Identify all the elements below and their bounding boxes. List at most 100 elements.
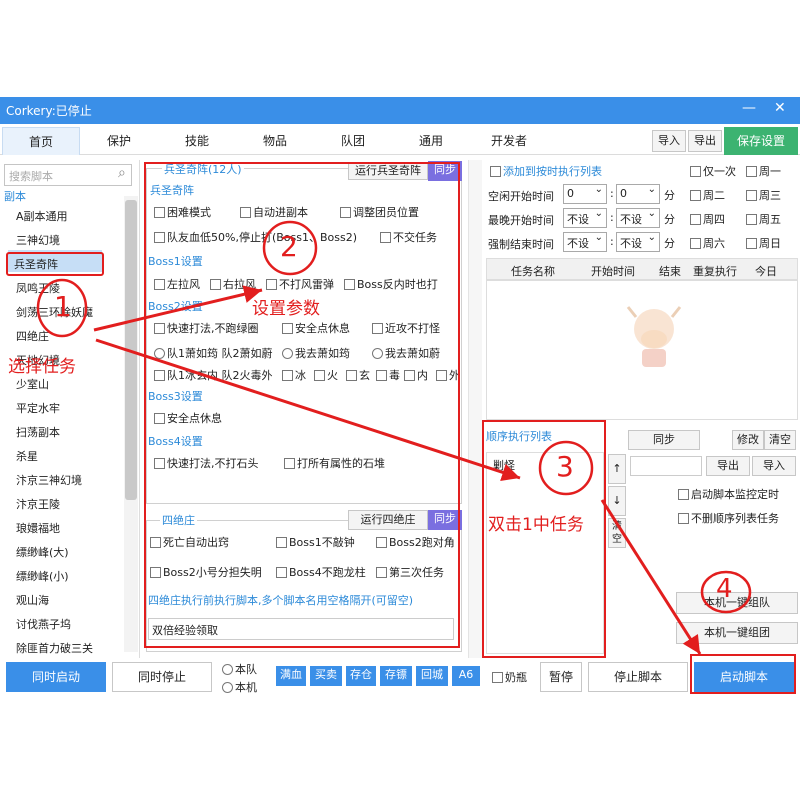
trade-button[interactable]: 买卖 — [310, 666, 342, 686]
sequence-import-button[interactable]: 导入 — [752, 456, 796, 476]
list-item[interactable]: 缥缈峰(大) — [16, 544, 69, 560]
radio-team[interactable]: 本队 — [222, 661, 257, 677]
tab-skills[interactable]: 技能 — [158, 127, 236, 155]
list-item[interactable]: 汴京三神幻境 — [16, 472, 82, 488]
list-item[interactable]: 除匪首力破三关 — [16, 640, 93, 656]
stop-script-button[interactable]: 停止脚本 — [588, 662, 688, 692]
latest-min-select[interactable]: 不设 — [616, 208, 660, 228]
once-checkbox[interactable]: 仅一次 — [690, 163, 736, 179]
move-down-button[interactable]: ↓ — [608, 486, 626, 516]
tab-items[interactable]: 物品 — [236, 127, 314, 155]
force-min-select[interactable]: 不设 — [616, 232, 660, 252]
script-list-panel: 搜索脚本 ⌕ 副本 A副本通用 三神幻境 兵圣奇阵 凤鸣王陵 剑荡三环除妖魔 四… — [0, 160, 140, 658]
list-item[interactable]: A副本通用 — [16, 208, 68, 224]
idle-hour-select[interactable]: 0 — [563, 184, 607, 204]
colon: : — [610, 235, 614, 248]
full-hp-button[interactable]: 满血 — [276, 666, 306, 686]
latest-hour-select[interactable]: 不设 — [563, 208, 607, 228]
tab-protect[interactable]: 保护 — [80, 127, 158, 155]
category-label: 副本 — [4, 190, 26, 203]
col-task-name: 任务名称 — [511, 265, 555, 278]
idle-start-label: 空闲开始时间 — [488, 190, 554, 203]
list-item[interactable]: 少室山 — [16, 376, 49, 392]
list-item[interactable]: 琅嬛福地 — [16, 520, 60, 536]
radio-machine[interactable]: 本机 — [222, 679, 257, 695]
list-item[interactable]: 观山海 — [16, 592, 49, 608]
middle-scrollbar[interactable] — [468, 160, 482, 658]
milk-checkbox[interactable]: 奶瓶 — [492, 669, 527, 685]
list-scrollbar-thumb[interactable] — [125, 200, 137, 500]
list-item[interactable]: 平定水牢 — [16, 400, 60, 416]
a6-button[interactable]: A6 — [452, 666, 480, 686]
sequence-name-input[interactable] — [630, 456, 702, 476]
search-input[interactable]: 搜索脚本 — [4, 164, 132, 186]
force-hour-select[interactable]: 不设 — [563, 232, 607, 252]
one-key-group-button[interactable]: 本机一键组团 — [676, 622, 798, 644]
latest-start-label: 最晚开始时间 — [488, 214, 554, 227]
annotation-number-3: 3 — [556, 450, 574, 483]
colon: : — [610, 187, 614, 200]
unit-min: 分 — [664, 189, 675, 202]
minimize-icon[interactable]: — — [742, 100, 756, 116]
fri-checkbox[interactable]: 周五 — [746, 211, 781, 227]
list-item[interactable]: 三神幻境 — [16, 232, 60, 248]
bottom-bar: 同时启动 同时停止 本队 本机 满血 买卖 存仓 存镖 回城 A6 奶瓶 暂停 … — [0, 660, 800, 696]
sync-stop-button[interactable]: 同时停止 — [112, 662, 212, 692]
highlight-selected-task — [6, 252, 104, 276]
wed-checkbox[interactable]: 周三 — [746, 187, 781, 203]
export-button[interactable]: 导出 — [688, 130, 722, 152]
tab-home[interactable]: 首页 — [2, 127, 80, 155]
annotation-number-1: 1 — [54, 290, 72, 323]
list-item[interactable]: 杀星 — [16, 448, 38, 464]
idle-min-select[interactable]: 0 — [616, 184, 660, 204]
tue-checkbox[interactable]: 周二 — [690, 187, 725, 203]
clear-short-button[interactable]: 清空 — [608, 518, 626, 548]
force-end-label: 强制结束时间 — [488, 238, 554, 251]
col-end: 结束 — [659, 265, 681, 278]
tab-bar: 首页 保护 技能 物品 队团 通用 开发者 导入 导出 保存设置 — [0, 127, 800, 155]
col-start-time: 开始时间 — [591, 265, 635, 278]
sequence-export-button[interactable]: 导出 — [706, 456, 750, 476]
sequence-clear-button[interactable]: 清空 — [764, 430, 796, 450]
col-repeat: 重复执行 — [693, 265, 737, 278]
list-item[interactable]: 汴京王陵 — [16, 496, 60, 512]
annotation-set-params: 设置参数 — [252, 299, 320, 319]
tab-team[interactable]: 队团 — [314, 127, 392, 155]
annotation-select-task: 选择任务 — [8, 357, 76, 377]
sun-checkbox[interactable]: 周日 — [746, 235, 781, 251]
monitor-timing-checkbox[interactable]: 启动脚本监控定时 — [678, 486, 779, 502]
list-item[interactable]: 扫荡副本 — [16, 424, 60, 440]
import-button[interactable]: 导入 — [652, 130, 686, 152]
close-icon[interactable]: ✕ — [774, 100, 786, 116]
sequence-modify-button[interactable]: 修改 — [732, 430, 764, 450]
tab-general[interactable]: 通用 — [392, 127, 470, 155]
save-settings-button[interactable]: 保存设置 — [724, 127, 798, 155]
mon-checkbox[interactable]: 周一 — [746, 163, 781, 179]
list-item[interactable]: 缥缈峰(小) — [16, 568, 69, 584]
title-bar: Corkery:已停止 — ✕ — [0, 97, 800, 124]
store-button[interactable]: 存仓 — [346, 666, 376, 686]
timed-table-header: 任务名称 开始时间 结束 重复执行 今日 — [486, 258, 798, 280]
sequence-sync-button[interactable]: 同步 — [628, 430, 700, 450]
thu-checkbox[interactable]: 周四 — [690, 211, 725, 227]
return-city-button[interactable]: 回城 — [416, 666, 448, 686]
list-item[interactable]: 讨伐燕子坞 — [16, 616, 71, 632]
annotation-number-4: 4 — [716, 574, 733, 604]
tab-developer[interactable]: 开发者 — [470, 127, 548, 155]
store-escort-button[interactable]: 存镖 — [380, 666, 412, 686]
one-key-team-button[interactable]: 本机一键组队 — [676, 592, 798, 614]
sync-start-button[interactable]: 同时启动 — [6, 662, 106, 692]
list-item[interactable]: 四绝庄 — [16, 328, 49, 344]
annotation-number-2: 2 — [280, 230, 298, 263]
window-title: Corkery:已停止 — [6, 104, 92, 118]
unit-min: 分 — [664, 213, 675, 226]
move-up-button[interactable]: ↑ — [608, 454, 626, 484]
search-icon[interactable]: ⌕ — [118, 165, 126, 181]
annotation-double-click: 双击1中任务 — [488, 515, 584, 535]
highlight-start-button — [690, 654, 796, 694]
add-timed-list-checkbox[interactable]: 添加到按时执行列表 — [490, 163, 602, 179]
sat-checkbox[interactable]: 周六 — [690, 235, 725, 251]
keep-sequence-checkbox[interactable]: 不删顺序列表任务 — [678, 510, 779, 526]
pause-button[interactable]: 暂停 — [540, 662, 582, 692]
highlight-sequence-list — [482, 420, 606, 658]
